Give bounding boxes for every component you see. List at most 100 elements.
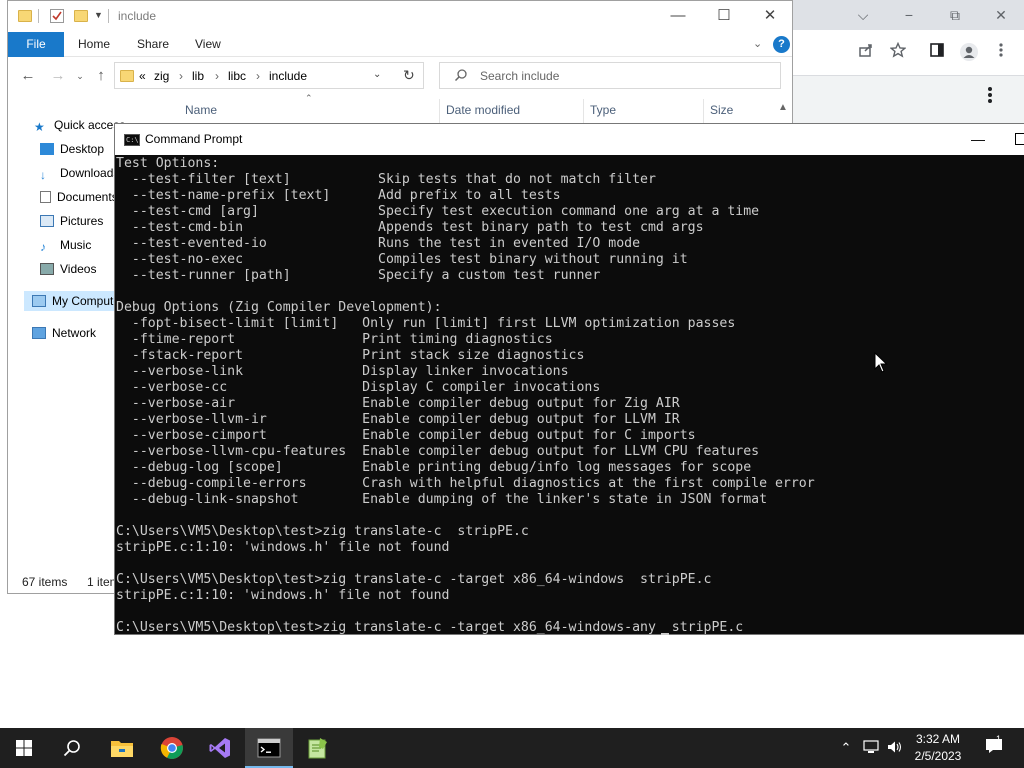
clock-date: 2/5/2023 bbox=[914, 749, 962, 763]
notepad-plus-plus-icon[interactable] bbox=[294, 728, 342, 768]
console-line: --verbose-llvm-ir Enable compiler debug … bbox=[116, 412, 680, 427]
window-title: include bbox=[118, 9, 157, 23]
folder-icon bbox=[18, 10, 32, 22]
music-icon: ♪ bbox=[40, 240, 46, 254]
download-icon: ↓ bbox=[40, 168, 46, 182]
file-explorer-icon[interactable] bbox=[98, 728, 146, 768]
console-line: --verbose-cimport Enable compiler debug … bbox=[116, 428, 696, 443]
command-prompt-icon: C:\ bbox=[124, 134, 140, 146]
tab-home[interactable]: Home bbox=[78, 32, 110, 57]
folder-icon bbox=[120, 70, 134, 82]
nav-network[interactable]: Network bbox=[32, 326, 122, 346]
maximize-icon[interactable] bbox=[1015, 133, 1024, 145]
taskbar: ⌃ 3:32 AM 2/5/2023 1 bbox=[0, 728, 1024, 768]
visual-studio-icon[interactable] bbox=[196, 728, 244, 768]
breadcrumb-zig[interactable]: zig bbox=[154, 69, 169, 83]
cmd-titlebar: C:\ Command Prompt — bbox=[115, 124, 1024, 155]
nav-label: Desktop bbox=[60, 142, 105, 156]
recent-locations-icon[interactable]: ⌄ bbox=[70, 66, 90, 86]
search-icon[interactable] bbox=[48, 728, 96, 768]
minimize-icon[interactable]: — bbox=[664, 5, 692, 27]
minimize-icon[interactable]: — bbox=[967, 128, 989, 150]
console-line: C:\Users\VM5\Desktop\test>zig translate-… bbox=[116, 524, 529, 539]
system-clock[interactable]: 3:32 AM 2/5/2023 bbox=[906, 731, 970, 765]
expand-ribbon-icon[interactable]: ⌄ bbox=[753, 37, 762, 50]
tab-share[interactable]: Share bbox=[137, 32, 169, 57]
breadcrumb-separator: › bbox=[256, 69, 260, 83]
notification-badge: 1 bbox=[996, 734, 1002, 744]
navigation-bar: ← → ⌄ ↑ « zig › lib › libc › include ⌄ ↻… bbox=[8, 58, 792, 94]
tab-view[interactable]: View bbox=[195, 32, 221, 57]
qat-dropdown-icon[interactable]: ▼ bbox=[94, 10, 103, 20]
chrome-icon[interactable] bbox=[148, 728, 196, 768]
console-line: --test-cmd [arg] Specify test execution … bbox=[116, 204, 760, 219]
share-icon[interactable] bbox=[855, 42, 877, 64]
search-icon bbox=[454, 68, 468, 85]
help-icon[interactable]: ? bbox=[773, 36, 790, 53]
chrome-titlebar: ⌵ − ⧉ ✕ bbox=[790, 0, 1024, 30]
command-prompt-icon[interactable] bbox=[245, 728, 293, 768]
notification-center-icon[interactable]: 1 bbox=[980, 728, 1008, 768]
breadcrumb-libc[interactable]: libc bbox=[228, 69, 246, 83]
star-icon[interactable] bbox=[887, 41, 909, 64]
pictures-icon bbox=[40, 215, 54, 227]
close-icon[interactable]: ✕ bbox=[756, 5, 784, 27]
breadcrumb-include[interactable]: include bbox=[269, 69, 307, 83]
document-icon bbox=[40, 191, 51, 203]
console-line: --test-filter [text] Skip tests that do … bbox=[116, 172, 656, 187]
properties-icon[interactable] bbox=[50, 9, 64, 23]
up-icon[interactable]: ↑ bbox=[91, 66, 111, 86]
refresh-icon[interactable]: ↻ bbox=[403, 67, 415, 84]
menu-icon[interactable] bbox=[990, 42, 1012, 64]
address-dropdown-icon[interactable]: ⌄ bbox=[373, 69, 381, 80]
back-icon[interactable]: ← bbox=[18, 66, 38, 86]
status-item-count: 67 items bbox=[22, 575, 68, 589]
nav-quick-access[interactable]: ★ Quick access bbox=[34, 118, 124, 138]
console-line: --verbose-cc Display C compiler invocati… bbox=[116, 380, 601, 395]
breadcrumb-lib[interactable]: lib bbox=[192, 69, 204, 83]
console-line: --verbose-llvm-cpu-features Enable compi… bbox=[116, 444, 760, 459]
minimize-icon[interactable]: − bbox=[898, 5, 920, 25]
ribbon-tabs: File Home Share View ⌄ ? bbox=[8, 32, 792, 57]
console-line: -fstack-report Print stack size diagnost… bbox=[116, 348, 585, 363]
forward-icon[interactable]: → bbox=[48, 66, 68, 86]
new-folder-icon[interactable] bbox=[74, 10, 88, 22]
tab-file[interactable]: File bbox=[8, 32, 64, 57]
explorer-titlebar: ▼ include — ☐ ✕ bbox=[8, 1, 792, 32]
volume-icon[interactable] bbox=[884, 728, 906, 768]
column-headers: ⌃ Name Date modified Type Size ▲ bbox=[8, 93, 792, 123]
column-separator bbox=[703, 99, 704, 123]
divider bbox=[38, 9, 39, 23]
column-name[interactable]: Name bbox=[185, 103, 217, 117]
nav-my-computer[interactable]: My Computer bbox=[32, 294, 122, 314]
start-icon[interactable] bbox=[0, 728, 48, 768]
breadcrumb-overflow-icon[interactable]: « bbox=[139, 69, 146, 83]
console-line: C:\Users\VM5\Desktop\test>zig translate-… bbox=[116, 572, 712, 587]
tab-search-icon[interactable]: ⌵ bbox=[852, 5, 874, 25]
console-line: --verbose-link Display linker invocation… bbox=[116, 364, 569, 379]
network-icon bbox=[32, 327, 46, 339]
more-options-icon[interactable] bbox=[980, 86, 1000, 110]
sidebar-icon[interactable] bbox=[926, 42, 948, 64]
network-icon[interactable] bbox=[860, 728, 882, 768]
scroll-up-icon[interactable]: ▲ bbox=[778, 102, 788, 113]
column-type[interactable]: Type bbox=[590, 103, 616, 117]
address-bar[interactable]: « zig › lib › libc › include ⌄ ↻ bbox=[114, 62, 424, 89]
column-size[interactable]: Size bbox=[710, 103, 733, 117]
console-output[interactable]: Test Options: --test-filter [text] Skip … bbox=[116, 156, 1024, 636]
search-input[interactable]: Search include bbox=[439, 62, 781, 89]
close-icon[interactable]: ✕ bbox=[990, 5, 1012, 25]
profile-icon[interactable] bbox=[958, 42, 980, 64]
console-line: --test-runner [path] Specify a custom te… bbox=[116, 268, 601, 283]
console-line: stripPE.c:1:10: 'windows.h' file not fou… bbox=[116, 588, 450, 603]
search-placeholder: Search include bbox=[480, 69, 560, 83]
desktop-icon bbox=[40, 143, 54, 155]
console-line: --test-evented-io Runs the test in event… bbox=[116, 236, 641, 251]
maximize-icon[interactable]: ☐ bbox=[710, 5, 738, 27]
chrome-toolbar bbox=[790, 30, 1024, 76]
restore-icon[interactable]: ⧉ bbox=[944, 5, 966, 25]
console-line: --test-name-prefix [text] Add prefix to … bbox=[116, 188, 561, 203]
column-date-modified[interactable]: Date modified bbox=[446, 103, 520, 117]
console-line: --verbose-air Enable compiler debug outp… bbox=[116, 396, 680, 411]
show-hidden-icons-icon[interactable]: ⌃ bbox=[836, 728, 856, 768]
